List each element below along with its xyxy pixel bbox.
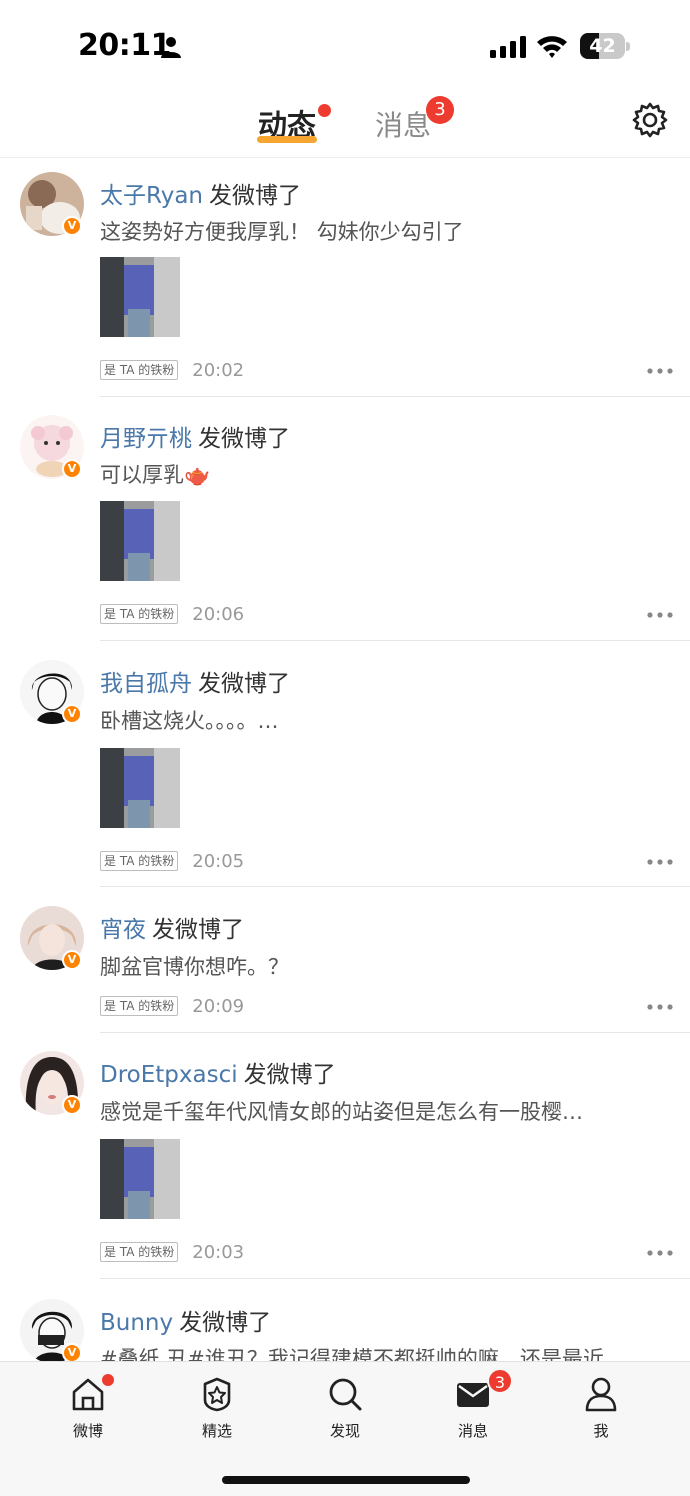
bottom-tab-label: 精选 <box>201 1422 232 1440</box>
post-username[interactable]: 我自孤舟 <box>100 671 192 697</box>
post-time: 20:09 <box>192 995 245 1017</box>
divider <box>100 640 690 641</box>
list-item[interactable]: V Bunny 发微博了 #叠纸 丑#谁丑？我记得建模不都挺帅的嘛，还是最近 <box>0 1279 690 1361</box>
post-image[interactable] <box>100 748 180 828</box>
new-content-dot <box>102 1374 114 1386</box>
fan-badge: 是 TA 的铁粉 <box>100 360 179 380</box>
post-image[interactable] <box>100 1139 180 1219</box>
bottom-tab-weibo[interactable]: 微博 <box>48 1370 128 1450</box>
bottom-tab-me[interactable]: 我 <box>561 1370 641 1450</box>
verified-badge-icon: V <box>62 1343 82 1361</box>
status-time: 20:11 <box>78 28 172 63</box>
list-item[interactable]: V 宵夜 发微博了 脚盆官博你想咋。？ 是 TA 的铁粉 20:09 <box>0 888 690 1033</box>
top-nav: 动态 消息 3 <box>0 92 690 158</box>
verified-badge-icon: V <box>62 216 82 236</box>
battery-percentage: 42 <box>589 35 616 57</box>
post-text[interactable]: 感觉是千玺年代风情女郎的站姿但是怎么有一股樱… <box>100 1096 675 1126</box>
search-icon <box>329 1378 362 1411</box>
status-bar: 20:11 42 <box>0 0 690 92</box>
home-indicator[interactable] <box>222 1476 470 1484</box>
more-icon[interactable] <box>646 367 674 375</box>
divider <box>100 886 690 887</box>
message-count-badge: 3 <box>487 1368 513 1394</box>
bottom-tab-label: 微博 <box>72 1422 103 1440</box>
post-username[interactable]: 月野亓桃 <box>100 426 192 452</box>
post-image[interactable] <box>100 257 180 337</box>
bottom-tab-bar: 微博 精选 发现 3 消息 我 <box>0 1361 690 1496</box>
feed-list[interactable]: V 太子Ryan 发微博了 这姿势好方便我厚乳！ 勾妹你少勾引了 是 TA 的铁粉… <box>0 158 690 1361</box>
tab-xiaoxi[interactable]: 消息 <box>375 104 431 144</box>
bottom-tab-jingxuan[interactable]: 精选 <box>177 1370 257 1450</box>
post-text[interactable]: #叠纸 丑#谁丑？我记得建模不都挺帅的嘛，还是最近 <box>100 1343 675 1361</box>
more-icon[interactable] <box>646 858 674 866</box>
post-action: 发微博了 <box>209 183 302 209</box>
post-time: 20:05 <box>192 850 245 872</box>
fan-badge: 是 TA 的铁粉 <box>100 851 179 871</box>
post-text[interactable]: 脚盆官博你想咋。？ <box>100 951 675 981</box>
list-item[interactable]: V 我自孤舟 发微博了 卧槽这烧火。。。。… 是 TA 的铁粉 20:05 <box>0 642 690 888</box>
bottom-tab-label: 发现 <box>329 1422 360 1440</box>
bottom-tab-faxian[interactable]: 发现 <box>305 1370 385 1450</box>
mail-icon <box>457 1383 489 1407</box>
post-action: 发微博了 <box>152 917 244 943</box>
fan-badge: 是 TA 的铁粉 <box>100 996 179 1016</box>
cellular-signal-icon <box>490 36 526 58</box>
verified-badge-icon: V <box>62 704 82 724</box>
post-time: 20:02 <box>192 359 245 381</box>
list-item[interactable]: V 月野亓桃 发微博了 可以厚乳🫖 是 TA 的铁粉 20:06 <box>0 397 690 642</box>
post-text[interactable]: 这姿势好方便我厚乳！ 勾妹你少勾引了 <box>100 216 675 246</box>
fan-badge: 是 TA 的铁粉 <box>100 604 179 624</box>
post-time: 20:03 <box>192 1241 245 1263</box>
home-icon <box>72 1378 104 1411</box>
verified-badge-icon: V <box>62 950 82 970</box>
wifi-icon <box>537 36 567 58</box>
bottom-tab-xiaoxi[interactable]: 3 消息 <box>433 1368 513 1450</box>
list-item[interactable]: V 太子Ryan 发微博了 这姿势好方便我厚乳！ 勾妹你少勾引了 是 TA 的铁粉… <box>0 158 690 397</box>
person-icon <box>161 37 181 58</box>
verified-badge-icon: V <box>62 1095 82 1115</box>
post-username[interactable]: DroEtpxasci <box>100 1062 238 1088</box>
new-content-dot <box>318 104 331 117</box>
battery-indicator: 42 <box>580 33 630 59</box>
person-icon <box>585 1377 617 1412</box>
list-item[interactable]: V DroEtpxasci 发微博了 感觉是千玺年代风情女郎的站姿但是怎么有一股樱… <box>0 1033 690 1279</box>
post-action: 发微博了 <box>179 1310 272 1336</box>
post-username[interactable]: Bunny <box>100 1310 173 1336</box>
post-text[interactable]: 可以厚乳🫖 <box>100 459 675 489</box>
bottom-tab-label: 我 <box>593 1422 609 1440</box>
post-username[interactable]: 太子Ryan <box>100 183 203 209</box>
post-action: 发微博了 <box>243 1062 336 1088</box>
post-action: 发微博了 <box>198 671 290 697</box>
tab-active-underline <box>257 136 317 143</box>
more-icon[interactable] <box>646 1249 674 1257</box>
post-username[interactable]: 宵夜 <box>100 917 146 943</box>
post-text[interactable]: 卧槽这烧火。。。。… <box>100 705 675 735</box>
post-image[interactable] <box>100 501 180 581</box>
gear-icon[interactable] <box>632 102 668 138</box>
bottom-tab-label: 消息 <box>457 1422 488 1440</box>
post-action: 发微博了 <box>198 426 290 452</box>
post-time: 20:06 <box>192 603 245 625</box>
more-icon[interactable] <box>646 611 674 619</box>
fan-badge: 是 TA 的铁粉 <box>100 1242 179 1262</box>
verified-badge-icon: V <box>62 459 82 479</box>
star-icon <box>203 1377 231 1412</box>
message-count-badge: 3 <box>426 96 454 124</box>
more-icon[interactable] <box>646 1003 674 1011</box>
